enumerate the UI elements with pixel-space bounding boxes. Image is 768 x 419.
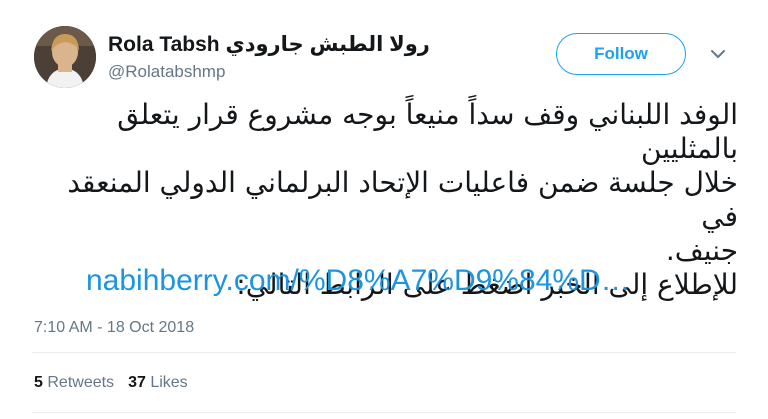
tweet-header: Rola Tabsh روﻻ الطبش جارودي @Rolatabshmp… [0, 0, 768, 100]
divider [32, 412, 736, 413]
chevron-down-icon[interactable] [707, 46, 729, 62]
tweet-stats: 5 Retweets 37 Likes [34, 374, 188, 392]
retweets-stat[interactable]: 5 Retweets [34, 374, 114, 391]
avatar[interactable] [34, 26, 96, 88]
tweet-text-line: خلال جلسة ضمن فاعليات الإتحاد البرلماني … [67, 166, 738, 233]
profile-photo-image [34, 26, 96, 88]
user-handle[interactable]: @Rolatabshmp [108, 62, 225, 82]
likes-label: Likes [150, 374, 188, 391]
divider [32, 352, 736, 353]
likes-stat[interactable]: 37 Likes [128, 374, 188, 391]
tweet-text-line: الوفد اللبناني وقف سداً منيعاً بوجه مشرو… [117, 98, 738, 165]
follow-button[interactable]: Follow [556, 33, 686, 75]
retweets-count: 5 [34, 374, 43, 391]
retweets-label: Retweets [47, 374, 115, 391]
tweet-timestamp[interactable]: 7:10 AM - 18 Oct 2018 [34, 319, 194, 337]
tweet-text-line: جنيف. [665, 234, 738, 267]
likes-count: 37 [128, 374, 146, 391]
tweet-link[interactable]: nabihberry.com/%D8%A7%D9%84%D… [86, 264, 631, 298]
display-name[interactable]: Rola Tabsh روﻻ الطبش جارودي [108, 32, 430, 57]
